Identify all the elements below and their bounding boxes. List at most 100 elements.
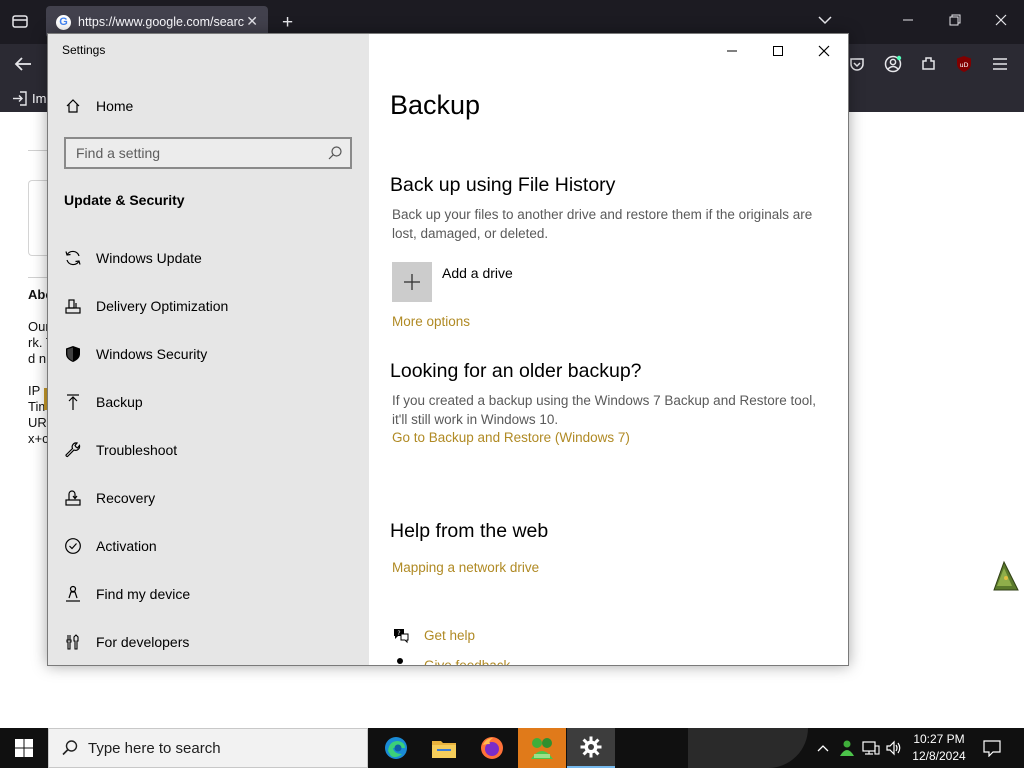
close-icon[interactable] — [995, 14, 1007, 30]
nav-label: Troubleshoot — [96, 442, 178, 458]
windows-logo-icon — [15, 739, 33, 757]
google-favicon: G — [56, 14, 71, 30]
extensions-icon[interactable] — [920, 55, 937, 76]
nav-windows-update[interactable]: Windows Update — [48, 234, 369, 282]
mapping-network-drive-link[interactable]: Mapping a network drive — [392, 560, 539, 575]
nav-home[interactable]: Home — [48, 82, 369, 130]
ublock-badge-text: uD — [959, 61, 968, 69]
new-tab-icon[interactable]: + — [282, 13, 293, 32]
clock-date: 12/8/2024 — [912, 749, 966, 763]
developer-tools-icon — [63, 632, 83, 652]
window-minimize-button[interactable] — [709, 38, 755, 64]
find-setting-search[interactable] — [64, 137, 352, 169]
file-history-description: Back up your files to another drive and … — [392, 207, 813, 241]
more-options-link[interactable]: More options — [392, 314, 470, 329]
menu-icon[interactable] — [992, 57, 1008, 75]
older-backup-description: If you created a backup using the Window… — [392, 393, 816, 427]
nav-home-label: Home — [96, 98, 134, 114]
close-tab-icon[interactable]: ✕ — [246, 13, 258, 30]
nav-for-developers[interactable]: For developers — [48, 618, 369, 665]
nav-recovery[interactable]: Recovery — [48, 474, 369, 522]
backup-restore-windows7-link[interactable]: Go to Backup and Restore (Windows 7) — [392, 430, 630, 445]
nav-label: Windows Security — [96, 346, 208, 362]
firefox-icon — [481, 737, 503, 759]
import-icon[interactable] — [12, 91, 27, 110]
nav-label: For developers — [96, 634, 190, 650]
tray-app-icon[interactable] — [837, 738, 857, 758]
person-location-icon — [63, 584, 83, 604]
settings-window: Settings Home Update & Security Windows … — [47, 33, 849, 666]
back-icon[interactable] — [14, 56, 32, 76]
shield-icon — [63, 344, 83, 364]
nav-label: Delivery Optimization — [96, 298, 229, 314]
close-icon — [818, 45, 830, 57]
taskbar-file-explorer[interactable] — [420, 728, 468, 768]
start-button[interactable] — [0, 728, 48, 768]
nav-activation[interactable]: Activation — [48, 522, 369, 570]
import-bookmarks-label[interactable]: Im — [32, 91, 46, 107]
page-text-fragment: IP — [28, 383, 41, 398]
find-setting-input[interactable] — [66, 139, 316, 167]
minimize-icon[interactable] — [902, 14, 914, 30]
check-circle-icon — [63, 536, 83, 556]
search-icon[interactable] — [327, 145, 343, 166]
desktop-tree-icon[interactable] — [992, 560, 1020, 599]
notifications-icon[interactable] — [982, 738, 1002, 758]
recovery-icon — [63, 488, 83, 508]
file-explorer-icon — [432, 741, 456, 758]
ublock-icon[interactable]: uD — [955, 55, 973, 77]
settings-main-pane: Backup Back up using File History Back u… — [369, 34, 848, 665]
taskbar-clock[interactable]: 10:27 PM 12/8/2024 — [906, 731, 972, 765]
taskbar-game-app[interactable] — [518, 728, 566, 768]
give-feedback-link[interactable]: Give feedback — [424, 658, 510, 665]
nav-label: Recovery — [96, 490, 156, 506]
window-maximize-button[interactable] — [755, 38, 801, 64]
delivery-optimization-icon — [63, 296, 83, 316]
taskbar-settings[interactable] — [567, 728, 615, 768]
tab-list-icon[interactable] — [12, 14, 28, 33]
settings-gear-icon — [580, 736, 602, 758]
svg-text:?: ? — [397, 630, 400, 637]
older-backup-heading: Looking for an older backup? — [390, 360, 642, 382]
window-close-button[interactable] — [801, 38, 847, 64]
page-text-fragment: x+c — [28, 431, 49, 446]
wrench-icon — [63, 440, 83, 460]
show-hidden-icons-chevron[interactable] — [813, 738, 833, 758]
clock-time: 10:27 PM — [913, 732, 965, 746]
nav-label: Backup — [96, 394, 143, 410]
app-title: Settings — [62, 43, 106, 57]
page-card — [28, 180, 48, 256]
taskbar-search-box[interactable]: Type here to search — [48, 728, 368, 768]
sync-icon — [63, 248, 83, 268]
restore-icon[interactable] — [949, 14, 961, 30]
nav-find-my-device[interactable]: Find my device — [48, 570, 369, 618]
nav-label: Windows Update — [96, 250, 202, 266]
taskbar-edge[interactable] — [372, 728, 420, 768]
get-help-link[interactable]: Get help — [424, 628, 475, 643]
settings-sidebar: Settings Home Update & Security Windows … — [48, 34, 369, 665]
tab-overflow-icon[interactable] — [818, 13, 832, 29]
pocket-icon[interactable] — [849, 56, 865, 76]
account-icon[interactable] — [884, 55, 902, 77]
nav-windows-security[interactable]: Windows Security — [48, 330, 369, 378]
network-icon[interactable] — [861, 738, 881, 758]
help-from-web-heading: Help from the web — [390, 520, 549, 542]
give-feedback-icon — [392, 656, 410, 665]
nav-troubleshoot[interactable]: Troubleshoot — [48, 426, 369, 474]
nav-delivery-optimization[interactable]: Delivery Optimization — [48, 282, 369, 330]
tab-url-label: https://www.google.com/searc — [78, 15, 245, 29]
page-divider-2 — [28, 277, 48, 278]
home-icon — [63, 96, 83, 116]
minimize-icon — [727, 50, 737, 52]
add-drive-button[interactable] — [392, 262, 432, 302]
search-icon — [61, 739, 79, 762]
volume-icon[interactable] — [884, 738, 904, 758]
nav-backup[interactable]: Backup — [48, 378, 369, 426]
taskbar: Type here to search 10:27 PM 12/8/2024 — [0, 728, 1024, 768]
taskbar-firefox[interactable] — [468, 728, 516, 768]
taskbar-search-placeholder: Type here to search — [88, 739, 221, 757]
edge-icon — [385, 737, 407, 759]
add-drive-label[interactable]: Add a drive — [442, 265, 513, 281]
nav-label: Find my device — [96, 586, 191, 602]
section-title: Update & Security — [64, 192, 185, 208]
